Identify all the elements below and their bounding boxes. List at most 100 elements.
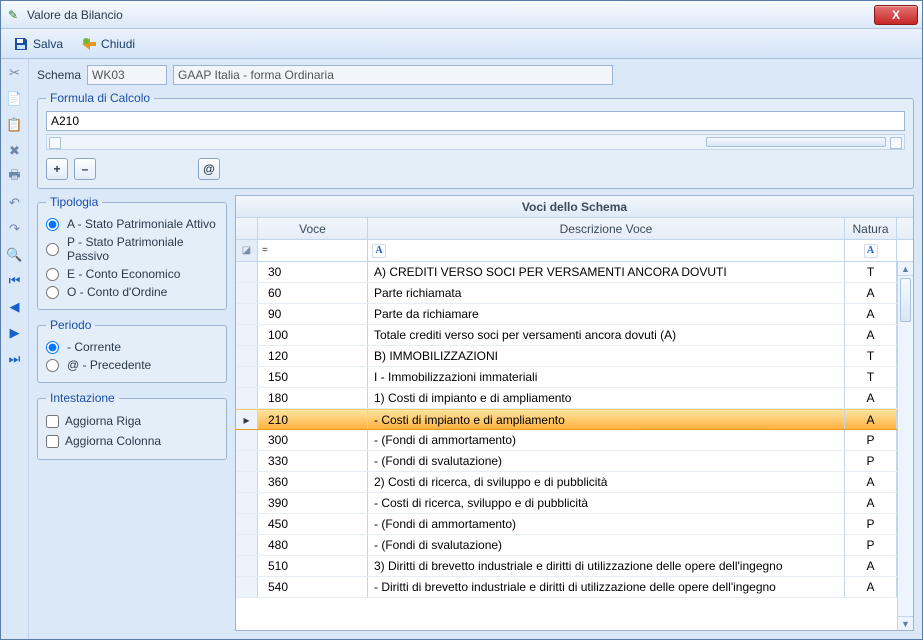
cell-natura: A bbox=[845, 493, 897, 513]
body: ✂ 📄 📋 ✖ 🖶 ↶ ↷ 🔍 ⏮ ◀ ▶ ⏭ Schema Formula d… bbox=[1, 59, 922, 639]
cell-voce: 150 bbox=[258, 367, 368, 387]
tool-icon-2[interactable]: 📄 bbox=[5, 89, 25, 109]
cell-natura: T bbox=[845, 367, 897, 387]
scroll-thumb[interactable] bbox=[900, 278, 911, 322]
cell-voce: 210 bbox=[258, 410, 368, 429]
intestazione-option-1[interactable]: Aggiorna Colonna bbox=[46, 431, 218, 451]
minus-button[interactable]: – bbox=[74, 158, 96, 180]
cell-voce: 120 bbox=[258, 346, 368, 366]
periodo-option-1[interactable]: @ - Precedente bbox=[46, 356, 218, 374]
table-row[interactable]: 1801) Costi di impianto e di ampliamento… bbox=[236, 388, 913, 409]
cell-desc: B) IMMOBILIZZAZIONI bbox=[368, 346, 845, 366]
tipologia-radio-3[interactable] bbox=[46, 286, 59, 299]
tipologia-legend: Tipologia bbox=[46, 195, 102, 209]
schema-code-input[interactable] bbox=[87, 65, 167, 85]
tipologia-radio-1[interactable] bbox=[46, 243, 59, 256]
save-button[interactable]: Salva bbox=[7, 33, 69, 55]
tool-icon-3[interactable]: 📋 bbox=[5, 115, 25, 135]
table-row[interactable]: 300- (Fondi di ammortamento)P bbox=[236, 430, 913, 451]
scroll-up-icon[interactable]: ▲ bbox=[898, 262, 913, 276]
table-row[interactable]: 120B) IMMOBILIZZAZIONIT bbox=[236, 346, 913, 367]
table-row[interactable]: 90Parte da richiamareA bbox=[236, 304, 913, 325]
table-row[interactable]: 540- Diritti di brevetto industriale e d… bbox=[236, 577, 913, 598]
cell-natura: A bbox=[845, 410, 897, 429]
formula-input[interactable] bbox=[46, 111, 905, 131]
periodo-radio-0[interactable] bbox=[46, 341, 59, 354]
table-row[interactable]: 5103) Diritti di brevetto industriale e … bbox=[236, 556, 913, 577]
table-row[interactable]: 480- (Fondi di svalutazione)P bbox=[236, 535, 913, 556]
intestazione-check-0[interactable] bbox=[46, 415, 59, 428]
grid-filter-desc[interactable]: A bbox=[368, 240, 845, 261]
schema-row: Schema bbox=[37, 65, 914, 85]
periodo-radio-1[interactable] bbox=[46, 359, 59, 372]
grid-head-natura[interactable]: Natura bbox=[845, 218, 897, 239]
cell-desc: I - Immobilizzazioni immateriali bbox=[368, 367, 845, 387]
table-row[interactable]: 330- (Fondi di svalutazione)P bbox=[236, 451, 913, 472]
row-marker bbox=[236, 577, 258, 597]
table-row[interactable]: 60Parte richiamataA bbox=[236, 283, 913, 304]
row-marker bbox=[236, 514, 258, 534]
periodo-option-0[interactable]: - Corrente bbox=[46, 338, 218, 356]
tool-icon-4[interactable]: ✖ bbox=[5, 141, 25, 161]
cell-natura: P bbox=[845, 451, 897, 471]
table-row[interactable]: 30A) CREDITI VERSO SOCI PER VERSAMENTI A… bbox=[236, 262, 913, 283]
tool-icon-1[interactable]: ✂ bbox=[5, 63, 25, 83]
intestazione-option-0[interactable]: Aggiorna Riga bbox=[46, 411, 218, 431]
cell-natura: P bbox=[845, 430, 897, 450]
grid-filter-icon[interactable]: ◪ bbox=[236, 240, 258, 261]
table-row[interactable]: 100Totale crediti verso soci per versame… bbox=[236, 325, 913, 346]
scroll-down-icon[interactable]: ▼ bbox=[898, 616, 913, 630]
row-marker bbox=[236, 304, 258, 324]
tipologia-radio-2[interactable] bbox=[46, 268, 59, 281]
side-toolbar: ✂ 📄 📋 ✖ 🖶 ↶ ↷ 🔍 ⏮ ◀ ▶ ⏭ bbox=[1, 59, 29, 639]
grid-head-desc[interactable]: Descrizione Voce bbox=[368, 218, 845, 239]
cell-natura: A bbox=[845, 283, 897, 303]
window-close-button[interactable]: X bbox=[874, 5, 918, 25]
chiudi-button[interactable]: Chiudi bbox=[75, 33, 141, 55]
cell-voce: 510 bbox=[258, 556, 368, 576]
main-area: Schema Formula di Calcolo + – @ Ti bbox=[29, 59, 922, 639]
lower-columns: Tipologia A - Stato Patrimoniale AttivoP… bbox=[37, 195, 914, 631]
tipologia-option-3[interactable]: O - Conto d'Ordine bbox=[46, 283, 218, 301]
row-marker bbox=[236, 451, 258, 471]
row-marker bbox=[236, 388, 258, 408]
grid-filter-nat[interactable]: A bbox=[845, 240, 897, 261]
tool-icon-6[interactable]: ↶ bbox=[5, 193, 25, 213]
intestazione-legend: Intestazione bbox=[46, 391, 119, 405]
schema-desc-input[interactable] bbox=[173, 65, 613, 85]
nav-last-icon[interactable]: ⏭ bbox=[5, 349, 25, 369]
table-row[interactable]: 450- (Fondi di ammortamento)P bbox=[236, 514, 913, 535]
cell-desc: - Costi di impianto e di ampliamento bbox=[368, 410, 845, 429]
tipologia-option-2[interactable]: E - Conto Economico bbox=[46, 265, 218, 283]
nav-next-icon[interactable]: ▶ bbox=[5, 323, 25, 343]
at-button[interactable]: @ bbox=[198, 158, 220, 180]
table-row[interactable]: 150I - Immobilizzazioni immaterialiT bbox=[236, 367, 913, 388]
row-marker bbox=[236, 430, 258, 450]
cell-desc: - Costi di ricerca, sviluppo e di pubbli… bbox=[368, 493, 845, 513]
nav-first-icon[interactable]: ⏮ bbox=[5, 271, 25, 291]
grid-vscroll[interactable]: ▲ ▼ bbox=[897, 262, 913, 630]
plus-button[interactable]: + bbox=[46, 158, 68, 180]
schema-label: Schema bbox=[37, 68, 81, 82]
table-row[interactable]: 390- Costi di ricerca, sviluppo e di pub… bbox=[236, 493, 913, 514]
tipologia-option-0[interactable]: A - Stato Patrimoniale Attivo bbox=[46, 215, 218, 233]
tool-icon-binoculars[interactable]: 🔍 bbox=[5, 245, 25, 265]
tool-icon-5[interactable]: 🖶 bbox=[5, 167, 25, 187]
periodo-legend: Periodo bbox=[46, 318, 95, 332]
tipologia-option-1[interactable]: P - Stato Patrimoniale Passivo bbox=[46, 233, 218, 265]
nav-prev-icon[interactable]: ◀ bbox=[5, 297, 25, 317]
cell-natura: P bbox=[845, 514, 897, 534]
cell-desc: 3) Diritti di brevetto industriale e dir… bbox=[368, 556, 845, 576]
tipologia-radio-0[interactable] bbox=[46, 218, 59, 231]
table-row[interactable]: 210- Costi di impianto e di ampliamentoA bbox=[236, 409, 913, 430]
cell-desc: Parte richiamata bbox=[368, 283, 845, 303]
row-marker bbox=[236, 472, 258, 492]
formula-hscroll[interactable] bbox=[46, 134, 905, 150]
intestazione-check-1[interactable] bbox=[46, 435, 59, 448]
table-row[interactable]: 3602) Costi di ricerca, di sviluppo e di… bbox=[236, 472, 913, 493]
grid-head-voce[interactable]: Voce bbox=[258, 218, 368, 239]
window: ✎ Valore da Bilancio X Salva Chiudi ✂ 📄 … bbox=[0, 0, 923, 640]
grid-filter-voce[interactable]: = bbox=[258, 240, 368, 261]
tool-icon-7[interactable]: ↷ bbox=[5, 219, 25, 239]
cell-voce: 60 bbox=[258, 283, 368, 303]
